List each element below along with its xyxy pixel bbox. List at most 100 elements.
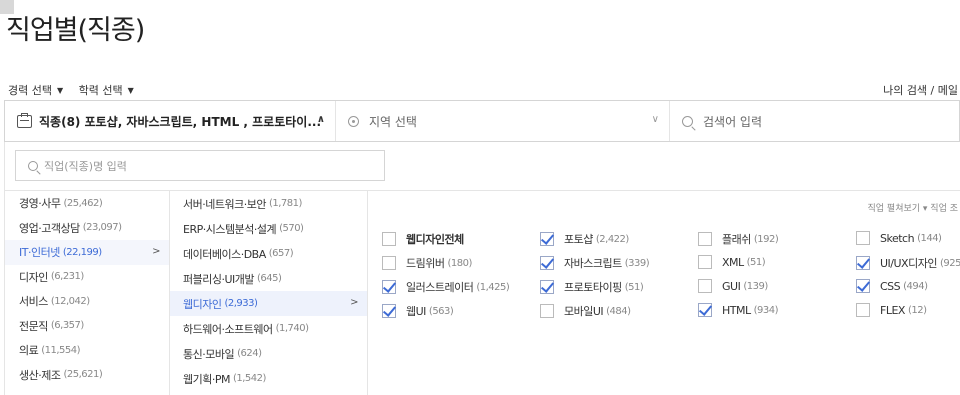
subcategory-item-count: (657): [268, 248, 294, 259]
job-selector[interactable]: 직종(8) 포토샵, 자바스크립트, HTML , 프로토타이... ∧: [5, 101, 336, 141]
category-item-count: (25,621): [63, 369, 103, 381]
option-label: 드림위버: [406, 257, 445, 270]
category-item-label: 서비스: [19, 295, 48, 309]
subcategory-item[interactable]: 데이터베이스·DBA (657): [170, 241, 367, 266]
checkbox-icon[interactable]: [856, 231, 870, 245]
option-item[interactable]: 모바일UI (484): [540, 303, 631, 319]
option-item[interactable]: 드림위버 (180): [382, 255, 472, 271]
career-select-label: 경력 선택: [8, 84, 52, 97]
subcategory-item[interactable]: 하드웨어·소프트웨어 (1,740): [170, 316, 367, 341]
job-dropdown-panel: 직업(직종)명 입력 경영·사무 (25,462) 영업·고객상담 (23,097) I…: [4, 142, 960, 395]
checkbox-icon[interactable]: [698, 255, 712, 269]
category-item-label: 경영·사무: [19, 197, 61, 211]
category-item[interactable]: 영업·고객상담 (23,097): [5, 216, 169, 241]
option-item[interactable]: 자바스크립트 (339): [540, 255, 650, 271]
option-item[interactable]: CSS (494): [856, 279, 928, 293]
subcategory-item-label: 데이터베이스·DBA: [183, 247, 266, 261]
subcategory-item[interactable]: 서버·네트워크·보안 (1,781): [170, 191, 367, 216]
category-item-label: 의료: [19, 344, 39, 358]
subcategory-item-label: 퍼블리싱·UI개발: [183, 272, 255, 286]
subcategory-item-count: (1,781): [268, 198, 302, 209]
region-placeholder: 지역 선택: [369, 114, 417, 129]
region-selector[interactable]: 지역 선택 ∨: [336, 101, 670, 141]
checkbox-icon[interactable]: [382, 256, 396, 270]
chevron-right-icon: >: [350, 297, 358, 308]
option-item[interactable]: 웹디자인전체: [382, 231, 464, 247]
option-count: (339): [624, 257, 650, 269]
option-item[interactable]: 포토샵 (2,422): [540, 231, 629, 247]
category-item[interactable]: 전문직 (6,357): [5, 314, 169, 339]
option-item[interactable]: 플래쉬 (192): [698, 231, 779, 247]
subcategory-item[interactable]: 통신·모바일 (624): [170, 341, 367, 366]
option-item[interactable]: UI/UX디자인(925): [856, 255, 960, 271]
checkbox-checked-icon[interactable]: [856, 279, 870, 293]
option-item[interactable]: XML (51): [698, 255, 766, 269]
category-item-label: 디자인: [19, 270, 48, 284]
category-item[interactable]: IT·인터넷 (22,199) >: [5, 240, 169, 265]
my-search-link[interactable]: 나의 검색 / 메일: [883, 82, 958, 98]
option-panel: 직업 펼쳐보기 ▾ 직업 조 웹디자인전체 포토샵 (2,422) 플래쉬 (192) S…: [368, 191, 960, 395]
option-item[interactable]: 웹UI (563): [382, 303, 454, 319]
search-icon: [28, 160, 38, 171]
subcategory-list: 서버·네트워크·보안 (1,781) ERP·시스템분석·설계 (570) 데이터베이스…: [170, 191, 368, 395]
checkbox-checked-icon[interactable]: [382, 304, 396, 318]
category-item[interactable]: 생산·제조 (25,621): [5, 363, 169, 388]
category-item-label: 영업·고객상담: [19, 221, 80, 235]
subcategory-item[interactable]: 웹기획·PM (1,542): [170, 366, 367, 391]
option-item[interactable]: FLEX (12): [856, 303, 927, 317]
checkbox-icon[interactable]: [698, 232, 712, 246]
option-item[interactable]: 일러스트레이터 (1,425): [382, 279, 510, 295]
category-item[interactable]: 의료 (11,554): [5, 338, 169, 363]
option-label: CSS: [880, 279, 901, 293]
keyword-input[interactable]: 검색어 입력: [670, 101, 959, 141]
subcategory-item-count: (624): [237, 348, 262, 359]
option-label: 웹디자인전체: [406, 233, 464, 246]
option-item[interactable]: Sketch (144): [856, 231, 942, 245]
option-item[interactable]: HTML (934): [698, 303, 779, 317]
caret-down-icon: ▼: [127, 85, 134, 95]
keyword-placeholder: 검색어 입력: [703, 114, 763, 129]
category-item-count: (6,357): [50, 320, 84, 332]
search-icon: [682, 115, 693, 127]
filter-row: 경력 선택 ▼ 학력 선택 ▼ 나의 검색 / 메일: [8, 82, 960, 98]
subcategory-item-label: 서버·네트워크·보안: [183, 197, 266, 211]
option-count: (484): [606, 305, 631, 317]
caret-down-icon: ▼: [56, 85, 64, 95]
subcategory-item[interactable]: 퍼블리싱·UI개발 (645): [170, 266, 367, 291]
checkbox-checked-icon[interactable]: [540, 280, 554, 294]
option-count: (51): [624, 281, 644, 293]
category-item[interactable]: 디자인 (6,231): [5, 265, 169, 290]
checkbox-checked-icon[interactable]: [698, 303, 712, 317]
option-label: Sketch: [880, 231, 915, 245]
option-item[interactable]: GUI (139): [698, 279, 768, 293]
checkbox-checked-icon[interactable]: [856, 256, 870, 270]
checkbox-checked-icon[interactable]: [540, 232, 554, 246]
subcategory-item[interactable]: ERP·시스템분석·설계 (570): [170, 216, 367, 241]
option-item[interactable]: 프로토타이핑 (51): [540, 279, 644, 295]
sort-links[interactable]: 직업 펼쳐보기 ▾ 직업 조: [868, 201, 958, 214]
option-count: (925): [939, 257, 960, 269]
option-label: UI/UX디자인: [880, 257, 937, 270]
option-label: 플래쉬: [722, 233, 751, 246]
chevron-down-icon: ∨: [651, 114, 659, 125]
checkbox-icon[interactable]: [382, 232, 396, 246]
category-item-label: IT·인터넷: [19, 246, 60, 260]
category-item[interactable]: 서비스 (12,042): [5, 289, 169, 314]
checkbox-icon[interactable]: [698, 279, 712, 293]
option-label: FLEX: [880, 303, 905, 317]
checkbox-checked-icon[interactable]: [540, 256, 554, 270]
checkbox-checked-icon[interactable]: [382, 280, 396, 294]
subcategory-item-label: 웹기획·PM: [183, 372, 230, 386]
career-select[interactable]: 경력 선택 ▼: [8, 82, 63, 98]
option-count: (51): [746, 256, 766, 268]
option-count: (144): [917, 232, 942, 244]
education-select[interactable]: 학력 선택 ▼: [79, 82, 134, 98]
category-item-count: (25,462): [63, 197, 103, 209]
category-item[interactable]: 경영·사무 (25,462): [5, 191, 169, 216]
subcategory-item-count: (1,740): [275, 323, 309, 334]
job-search-placeholder: 직업(직종)명 입력: [44, 159, 127, 173]
job-search-input[interactable]: 직업(직종)명 입력: [15, 150, 385, 181]
checkbox-icon[interactable]: [856, 303, 870, 317]
subcategory-item[interactable]: 웹디자인 (2,933) >: [170, 291, 367, 316]
checkbox-icon[interactable]: [540, 304, 554, 318]
